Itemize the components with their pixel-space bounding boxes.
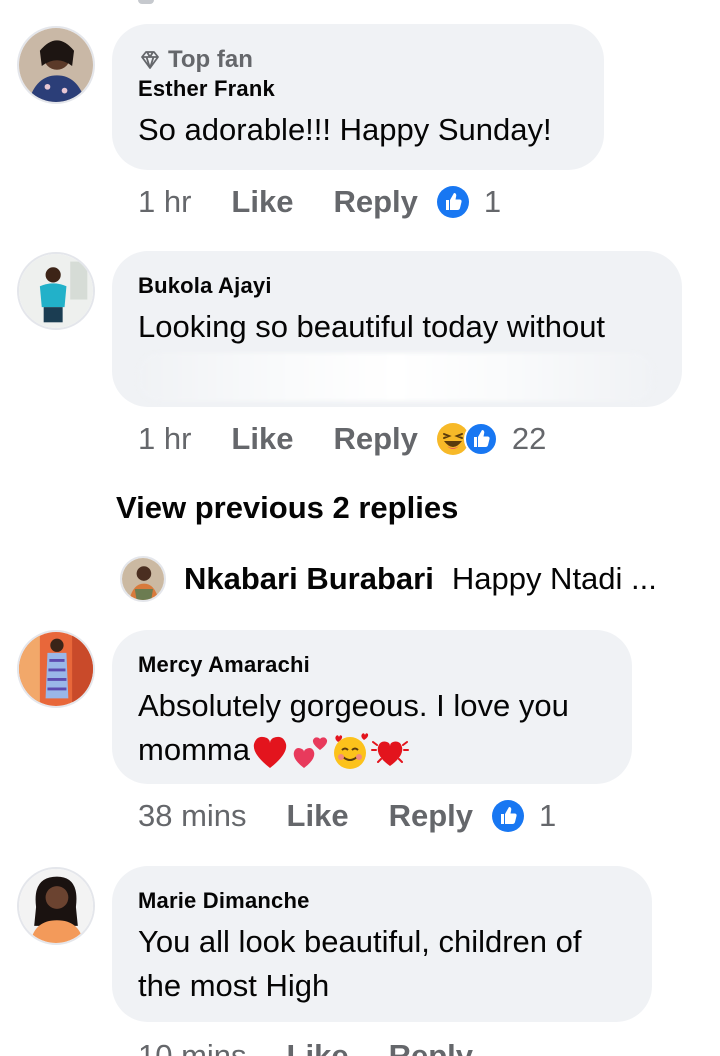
red-heart-icon [250, 732, 290, 772]
like-button[interactable]: Like [231, 421, 293, 457]
view-previous-replies-link[interactable]: View previous 2 replies [116, 490, 458, 526]
redacted-text [138, 353, 654, 401]
comment-text: So adorable!!! Happy Sunday! [138, 112, 552, 147]
beating-heart-icon [370, 732, 410, 772]
comment-author[interactable]: Bukola Ajayi [138, 273, 654, 299]
diamond-icon [141, 51, 159, 69]
reply-button[interactable]: Reply [333, 421, 417, 457]
reaction-count: 22 [511, 421, 547, 456]
reply-button[interactable]: Reply [389, 1038, 473, 1056]
avatar-bukola-ajayi[interactable] [17, 252, 95, 330]
comment-text: You all look beautiful, children of [138, 924, 582, 959]
reply-button[interactable]: Reply [389, 798, 473, 834]
reaction-count: 1 [539, 798, 557, 833]
reply-preview[interactable]: Nkabari Burabari Happy Ntadi ... [120, 556, 700, 602]
reply-author[interactable]: Nkabari Burabari [184, 561, 434, 597]
avatar-image [19, 254, 93, 328]
reactions-summary[interactable]: 1 [491, 798, 556, 834]
smiling-face-with-hearts-icon [330, 732, 370, 772]
like-button[interactable]: Like [287, 1038, 349, 1056]
comment-author[interactable]: Esther Frank [138, 76, 576, 102]
comment-actions: 1 hr Like Reply 1 [138, 184, 501, 220]
comment-timestamp[interactable]: 1 hr [138, 184, 191, 220]
like-button[interactable]: Like [231, 184, 293, 220]
comment-text-line2: momma [138, 728, 604, 772]
avatar-image [19, 869, 93, 943]
avatar-esther-frank[interactable] [17, 26, 95, 104]
avatar-image [19, 632, 93, 706]
comment-actions: 38 mins Like Reply 1 [138, 798, 556, 834]
comment-author[interactable]: Mercy Amarachi [138, 652, 604, 678]
avatar-image [19, 28, 93, 102]
top-fan-label: Top fan [168, 46, 253, 73]
comment-text-momma: momma [138, 732, 250, 767]
comment-text-line2: the most High [138, 968, 330, 1003]
like-reaction-icon [463, 422, 498, 456]
comment-text: Absolutely gorgeous. I love you [138, 688, 569, 723]
like-button[interactable]: Like [287, 798, 349, 834]
comment-author[interactable]: Marie Dimanche [138, 888, 624, 914]
comment-bubble[interactable]: Bukola Ajayi Looking so beautiful today … [112, 251, 682, 407]
avatar-nkabari-burabari[interactable] [120, 556, 166, 602]
partial-top-element [138, 0, 154, 4]
avatar-marie-dimanche[interactable] [17, 867, 95, 945]
comment-bubble[interactable]: Mercy Amarachi Absolutely gorgeous. I lo… [112, 630, 632, 784]
reaction-count: 1 [483, 184, 502, 219]
two-hearts-icon [290, 732, 330, 772]
top-fan-badge: Top fan [138, 46, 576, 74]
reply-text: Happy Ntadi ... [451, 561, 657, 596]
avatar-image [122, 558, 164, 600]
reply-button[interactable]: Reply [333, 184, 417, 220]
avatar-mercy-amarachi[interactable] [17, 630, 95, 708]
comment-actions: 1 hr Like Reply 22 [138, 421, 546, 457]
comment-text: Looking so beautiful today without [138, 309, 606, 344]
reactions-summary[interactable]: 22 [436, 421, 546, 457]
comment-actions-partial: 10 mins Like Reply [138, 1038, 473, 1056]
like-reaction-icon [436, 185, 470, 219]
comment-timestamp[interactable]: 10 mins [138, 1038, 247, 1056]
reactions-summary[interactable]: 1 [436, 184, 501, 220]
comment-timestamp[interactable]: 1 hr [138, 421, 191, 457]
comment-timestamp[interactable]: 38 mins [138, 798, 247, 834]
comment-bubble[interactable]: Marie Dimanche You all look beautiful, c… [112, 866, 652, 1022]
like-reaction-icon [491, 799, 525, 833]
comment-bubble[interactable]: Top fan Esther Frank So adorable!!! Happ… [112, 24, 604, 170]
